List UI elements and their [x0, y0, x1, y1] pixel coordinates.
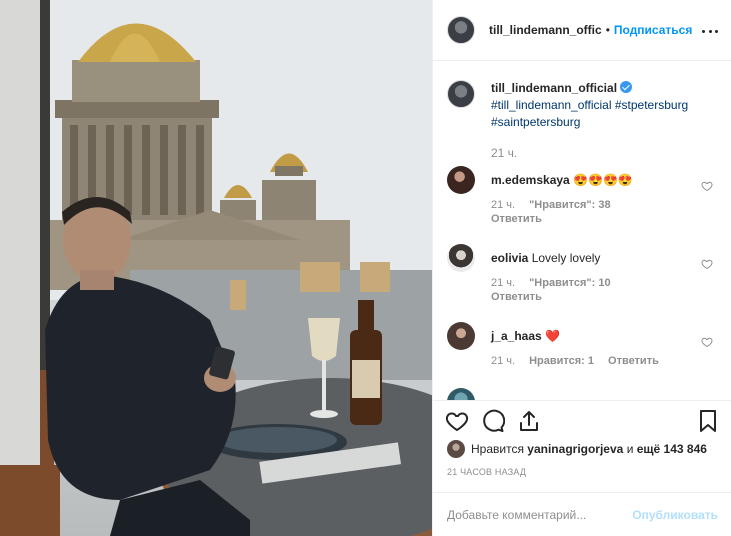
- comment-time[interactable]: 21 ч.: [491, 277, 515, 289]
- post-header: till_lindemann_offic • Подписаться: [433, 0, 731, 61]
- post-detail-panel: till_lindemann_offic • Подписаться till_…: [432, 0, 731, 536]
- post-actions-bar: [433, 400, 731, 440]
- caption-username[interactable]: till_lindemann_official: [491, 81, 617, 95]
- commenter-avatar[interactable]: [447, 244, 475, 272]
- liker-avatar[interactable]: [447, 440, 465, 458]
- author-username[interactable]: till_lindemann_offic: [489, 23, 602, 37]
- post-photo[interactable]: [0, 0, 432, 536]
- comment-likes[interactable]: Нравится: 1: [529, 355, 594, 367]
- comment-time[interactable]: 21 ч.: [491, 355, 515, 367]
- comment-text: Lovely lovely: [531, 251, 601, 265]
- comment-time[interactable]: 21 ч.: [491, 199, 515, 211]
- comment-username[interactable]: j_a_haas: [491, 329, 542, 343]
- more-options-icon[interactable]: [702, 23, 718, 39]
- comment-likes[interactable]: "Нравится": 10: [529, 277, 610, 289]
- reply-button[interactable]: Ответить: [608, 355, 659, 367]
- post-timestamp[interactable]: 21 ЧАСОВ НАЗАД: [447, 467, 526, 477]
- publish-button[interactable]: Опубликовать: [632, 508, 718, 522]
- post-caption: till_lindemann_official #till_lindemann_…: [447, 80, 727, 131]
- follow-button[interactable]: Подписаться: [614, 23, 692, 37]
- commenter-avatar[interactable]: [447, 322, 475, 350]
- share-icon[interactable]: [517, 409, 541, 433]
- likes-middle: и: [626, 442, 634, 456]
- caption-time[interactable]: 21 ч.: [491, 146, 517, 160]
- author-avatar[interactable]: [447, 16, 475, 44]
- caption-hashtags[interactable]: #till_lindemann_official #stpetersburg #…: [491, 98, 688, 129]
- liker-username[interactable]: yaninagrigorjeva: [527, 442, 623, 456]
- verified-badge-icon: [620, 81, 633, 93]
- like-comment-heart-icon[interactable]: [701, 180, 713, 192]
- caption-avatar[interactable]: [447, 80, 475, 108]
- like-comment-heart-icon[interactable]: [701, 258, 713, 270]
- comment-text: 😍😍😍😍: [573, 173, 633, 187]
- bookmark-icon[interactable]: [696, 409, 720, 433]
- comment-bubble-icon[interactable]: [481, 409, 505, 433]
- comment-item: j_a_haas ❤️ 21 ч. Нравится: 1 Ответить: [447, 322, 727, 392]
- comment-input[interactable]: [447, 507, 633, 522]
- comment-likes[interactable]: "Нравится": 38: [529, 199, 610, 211]
- likes-summary: Нравится yaninagrigorjeva и ещё 143 846: [447, 440, 707, 458]
- comment-item-partial: [447, 388, 727, 400]
- add-comment-form: Опубликовать: [433, 492, 731, 536]
- likes-count[interactable]: ещё 143 846: [637, 442, 707, 456]
- reply-button[interactable]: Ответить: [491, 290, 611, 304]
- comment-text: ❤️: [545, 329, 561, 343]
- photo-illustration: [0, 0, 432, 536]
- comment-username[interactable]: eolivia: [491, 251, 528, 265]
- comment-item: m.edemskaya 😍😍😍😍 21 ч. "Нравится": 38 Отв…: [447, 166, 727, 236]
- commenter-avatar[interactable]: [447, 388, 475, 400]
- comments-list[interactable]: till_lindemann_official #till_lindemann_…: [433, 62, 731, 400]
- comment-item: eolivia Lovely lovely 21 ч. "Нравится": 1…: [447, 244, 727, 314]
- comment-username[interactable]: m.edemskaya: [491, 173, 570, 187]
- reply-button[interactable]: Ответить: [491, 212, 611, 226]
- header-separator: •: [605, 23, 610, 37]
- likes-prefix: Нравится: [471, 442, 524, 456]
- like-comment-heart-icon[interactable]: [701, 336, 713, 348]
- like-heart-icon[interactable]: [445, 409, 469, 433]
- commenter-avatar[interactable]: [447, 166, 475, 194]
